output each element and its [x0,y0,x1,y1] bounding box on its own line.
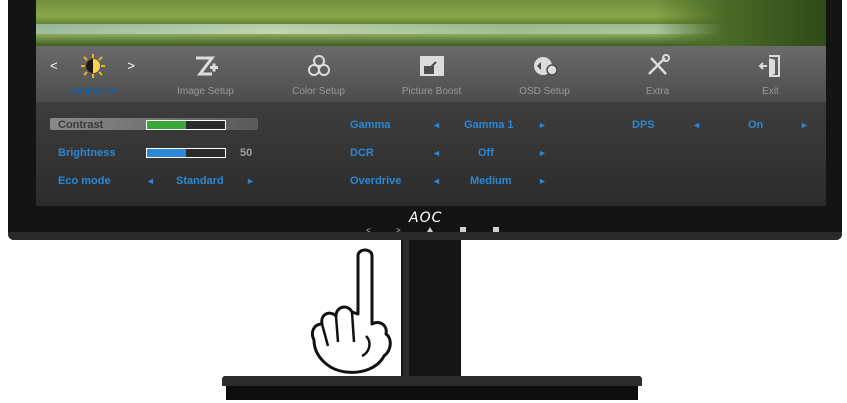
stand-base [226,386,638,400]
tab-luminance[interactable]: < > Luminance [36,46,149,102]
monitor-screen: < > Luminance Image Setup Color Setup Pi… [36,0,826,206]
power-button-icon[interactable] [493,227,499,232]
contrast-slider[interactable] [146,120,226,130]
overdrive-prev-arrow[interactable]: ◄ [432,176,441,186]
contrast-label: Contrast [58,119,104,131]
left-button[interactable]: < [366,226,371,235]
tab-label: Color Setup [292,86,345,97]
eco-mode-value: Standard [176,175,224,187]
dps-next-arrow[interactable]: ► [800,120,809,130]
tab-label: Exit [762,86,779,97]
tab-prev-arrow[interactable]: < [50,58,58,73]
desktop-landscape-image [36,0,826,46]
stand-neck-highlight [403,240,409,378]
tab-label: Extra [645,86,670,97]
overdrive-label: Overdrive [350,175,402,187]
brightness-label: Brightness [58,147,116,159]
image-setup-icon [195,56,218,76]
overdrive-value: Medium [470,175,512,187]
eco-mode-next-arrow[interactable]: ► [246,176,255,186]
tab-osd-setup[interactable]: OSD Setup [488,46,601,102]
gamma-value: Gamma 1 [464,119,514,131]
bezel-edge [8,232,842,240]
eco-mode-prev-arrow[interactable]: ◄ [146,176,155,186]
tab-label: Image Setup [177,86,234,97]
exit-door-icon [758,55,780,77]
dps-value: On [748,119,764,131]
dcr-label: DCR [350,147,374,159]
picture-boost-icon [419,56,444,76]
tools-icon [647,54,670,75]
dps-label: DPS [632,119,655,131]
dcr-prev-arrow[interactable]: ◄ [432,148,441,158]
tab-label: OSD Setup [519,86,570,97]
brightness-value: 50 [240,147,253,159]
tab-next-arrow[interactable]: > [127,58,135,73]
tab-color-setup[interactable]: Color Setup [262,46,375,102]
contrast-value: 50 [240,119,253,131]
dcr-value: Off [478,147,494,159]
overdrive-next-arrow[interactable]: ► [538,176,547,186]
contrast-slider-fill [147,121,186,129]
monitor-stand-neck [401,240,461,378]
gamma-prev-arrow[interactable]: ◄ [432,120,441,130]
tab-picture-boost[interactable]: Picture Boost [375,46,488,102]
tab-label: Picture Boost [401,86,462,97]
sun-contrast-icon [80,54,105,78]
stand-base-top [222,376,642,386]
color-setup-icon [307,55,330,76]
aoc-logo: AOC [409,210,443,226]
tab-image-setup[interactable]: Image Setup [149,46,262,102]
osd-setup-icon [533,57,558,76]
tab-label: Luminance [68,86,117,97]
eco-mode-label: Eco mode [58,175,111,187]
tab-exit[interactable]: Exit [714,46,826,102]
brightness-slider[interactable] [146,148,226,158]
tab-extra[interactable]: Extra [601,46,714,102]
dcr-next-arrow[interactable]: ► [538,148,547,158]
pointing-hand-icon [310,248,392,374]
gamma-next-arrow[interactable]: ► [538,120,547,130]
osd-settings-panel: Contrast 50 Brightness 50 Eco mode ◄ Sta… [36,102,826,206]
trees-image [656,0,826,46]
brightness-slider-fill [147,149,186,157]
auto-button-icon[interactable] [460,227,466,232]
gamma-label: Gamma [350,119,391,131]
dps-prev-arrow[interactable]: ◄ [692,120,701,130]
right-button[interactable]: > [396,226,401,235]
menu-button-icon[interactable] [426,226,434,234]
osd-tab-bar: < > Luminance Image Setup Color Setup Pi… [36,46,826,102]
